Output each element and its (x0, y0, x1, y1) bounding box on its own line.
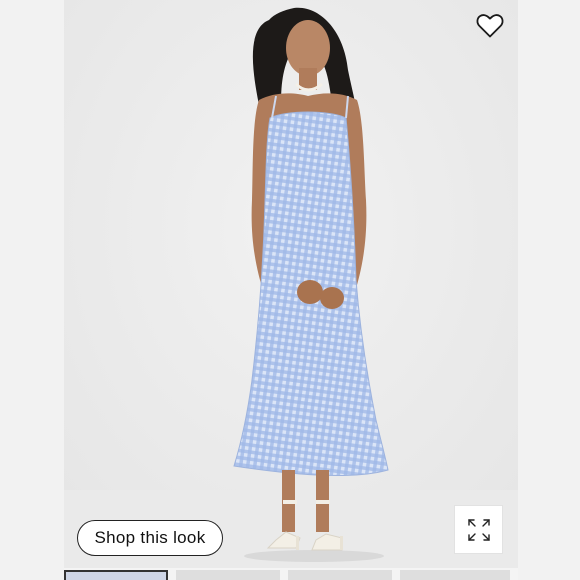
shop-this-look-label: Shop this look (94, 528, 206, 547)
shop-this-look-button[interactable]: Shop this look (77, 520, 223, 556)
right-margin (518, 0, 580, 580)
expand-button[interactable] (454, 505, 503, 554)
thumbnail-strip (64, 570, 518, 580)
product-image-stage (64, 0, 518, 568)
product-photo (64, 0, 518, 568)
heart-icon[interactable] (476, 13, 504, 39)
thumbnail-1[interactable] (64, 570, 168, 580)
expand-icon (467, 518, 490, 541)
thumbnail-3[interactable] (288, 570, 392, 580)
left-margin (0, 0, 64, 580)
thumbnail-4[interactable] (400, 570, 510, 580)
thumbnail-2[interactable] (176, 570, 280, 580)
